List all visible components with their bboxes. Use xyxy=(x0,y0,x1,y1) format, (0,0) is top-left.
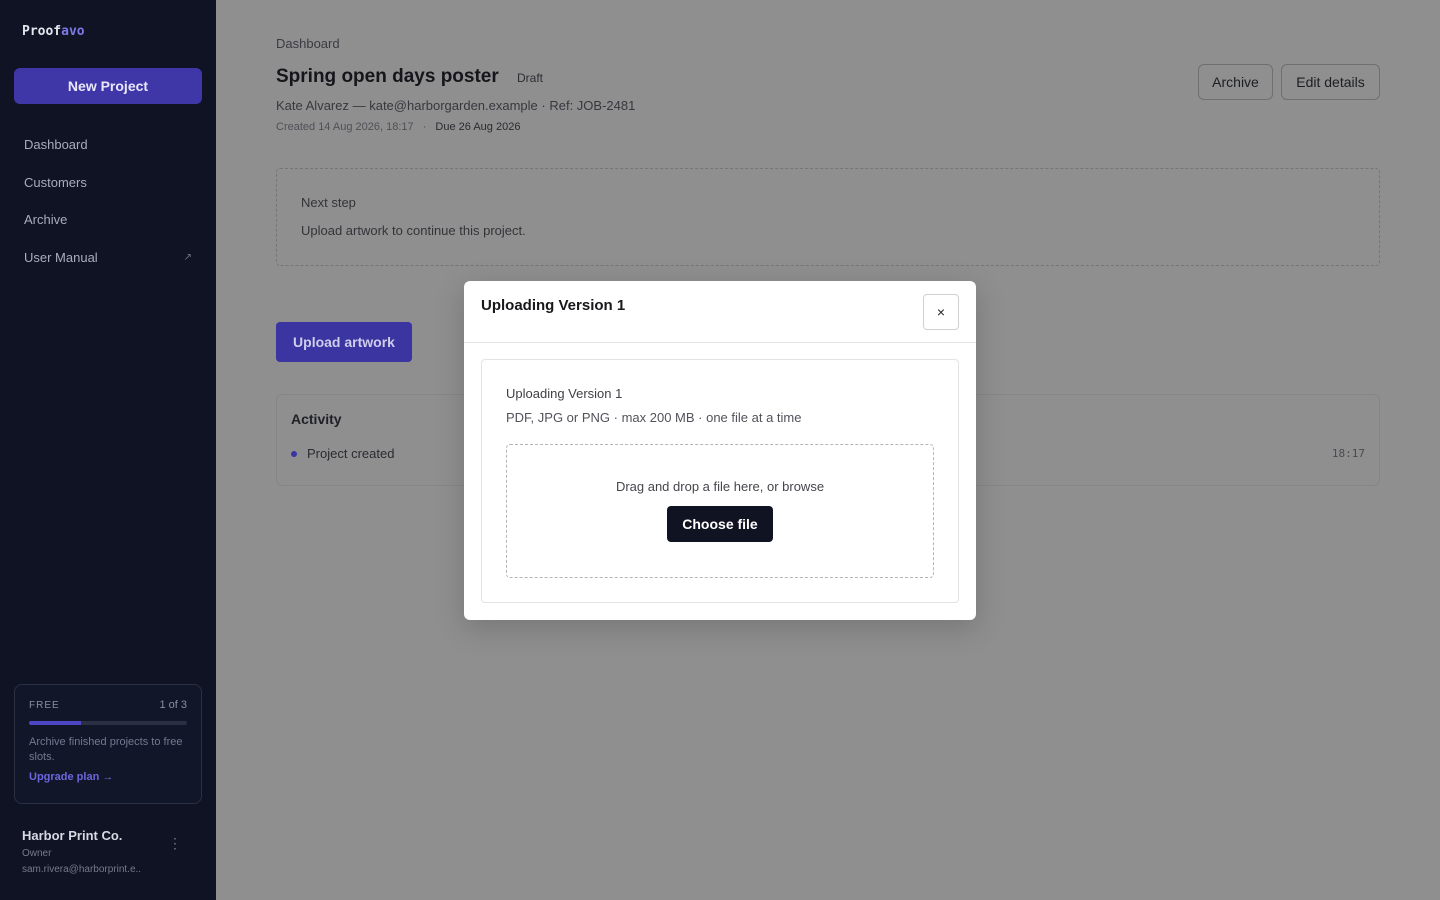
activity-time: 18:17 xyxy=(1331,447,1365,460)
close-icon: × xyxy=(936,304,946,320)
upload-modal: Uploading Version 1 × Uploading Version … xyxy=(464,281,976,620)
created-date: Created 14 Aug 2026, 18:17 xyxy=(276,121,414,133)
plan-usage-count: 1 of 3 xyxy=(159,699,187,711)
choose-file-button[interactable]: Choose file xyxy=(667,506,773,542)
sidebar-nav: Dashboard Customers Archive User Manual … xyxy=(0,126,216,276)
project-dates: Created 14 Aug 2026, 18:17 · Due 26 Aug … xyxy=(276,121,520,133)
sidebar-item-user-manual[interactable]: User Manual ↗ xyxy=(0,239,216,277)
sidebar-item-label: Dashboard xyxy=(24,137,88,153)
breadcrumb[interactable]: Dashboard xyxy=(276,36,340,51)
project-meta: Kate Alvarez — kate@harborgarden.example… xyxy=(276,98,636,113)
date-separator: · xyxy=(422,121,427,133)
next-step-panel: Next step Upload artwork to continue thi… xyxy=(276,168,1380,266)
sidebar: Proofavo New Project Dashboard Customers… xyxy=(0,0,216,900)
plan-usage-card: FREE 1 of 3 Archive finished projects to… xyxy=(14,684,202,804)
modal-title: Uploading Version 1 xyxy=(481,297,626,314)
activity-text: Project created xyxy=(307,446,395,461)
logo-text: Proof xyxy=(22,24,62,39)
upload-card: Uploading Version 1 PDF, JPG or PNG · ma… xyxy=(481,359,959,603)
bullet-icon xyxy=(291,450,297,457)
edit-details-button[interactable]: Edit details xyxy=(1281,64,1380,100)
sidebar-item-label: User Manual xyxy=(24,249,98,265)
app-logo[interactable]: Proofavo xyxy=(22,24,85,39)
upload-artwork-button[interactable]: Upload artwork xyxy=(276,322,412,362)
modal-header: Uploading Version 1 × xyxy=(464,281,976,343)
sidebar-item-label: Customers xyxy=(24,174,87,190)
sidebar-item-label: Archive xyxy=(24,212,68,228)
sidebar-item-archive[interactable]: Archive xyxy=(0,201,216,239)
next-step-label: Next step xyxy=(301,195,356,210)
logo-accent-text: avo xyxy=(61,24,85,39)
plan-message: Archive finished projects to free slots. xyxy=(29,736,183,763)
page-title: Spring open days poster xyxy=(276,66,499,87)
external-link-icon: ↗ xyxy=(183,251,192,263)
sidebar-item-dashboard[interactable]: Dashboard xyxy=(0,126,216,164)
sidebar-item-customers[interactable]: Customers xyxy=(0,164,216,202)
upload-card-title: Uploading Version 1 xyxy=(506,386,623,401)
archive-button[interactable]: Archive xyxy=(1198,64,1273,100)
next-step-text: Upload artwork to continue this project. xyxy=(301,223,526,238)
file-requirements: PDF, JPG or PNG · max 200 MB · one file … xyxy=(506,410,802,425)
close-button[interactable]: × xyxy=(923,294,959,330)
more-vertical-icon[interactable]: ⋮ xyxy=(168,836,182,850)
plan-usage-bar xyxy=(29,721,187,725)
account-section: Harbor Print Co. Owner sam.rivera@harbor… xyxy=(22,828,194,875)
plan-usage-fill xyxy=(29,721,82,725)
plan-tier: FREE xyxy=(29,699,60,711)
upgrade-plan-link[interactable]: Upgrade plan → xyxy=(29,771,187,783)
file-dropzone[interactable]: Drag and drop a file here, or browse Cho… xyxy=(506,444,934,578)
due-date: Due 26 Aug 2026 xyxy=(435,121,521,133)
dropzone-text: Drag and drop a file here, or browse xyxy=(615,479,825,494)
account-email: sam.rivera@harborprint.e.. xyxy=(22,864,142,875)
status-badge: Draft xyxy=(517,71,544,85)
new-project-button[interactable]: New Project xyxy=(14,68,202,104)
